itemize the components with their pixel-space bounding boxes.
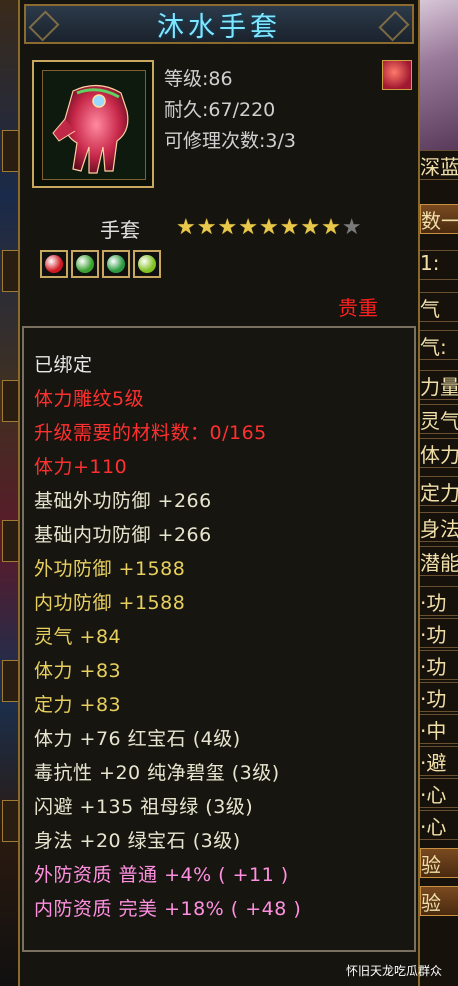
background-side-tab: 灵气 — [420, 404, 458, 434]
background-side-tab: ·心 — [420, 810, 458, 840]
item-title-bar: 沐水手套 — [24, 4, 414, 44]
item-type: 手套 — [100, 218, 140, 242]
background-side-tab: 气: — [420, 330, 458, 360]
emerald-socket-icon — [71, 250, 99, 278]
item-icon-frame — [32, 60, 154, 188]
attribute-list: 已绑定体力雕纹5级升级需要的材料数：0/165 体力+110 基础外功防御 +266… — [22, 326, 416, 952]
transform-badge-icon[interactable] — [382, 60, 412, 90]
watermark-text: 怀旧天龙吃瓜群众 — [346, 964, 443, 978]
item-repair-count: 可修理次数:3/3 — [164, 130, 296, 152]
background-side-tab: 气 — [420, 292, 458, 322]
item-level: 等级:86 — [164, 68, 233, 90]
attribute-line: 基础内功防御 +266 — [34, 524, 212, 546]
background-side-tab: ·功 — [420, 618, 458, 648]
star-filled-icon: ★ — [217, 215, 238, 240]
star-filled-icon: ★ — [258, 215, 279, 240]
gem-sockets — [40, 250, 161, 278]
star-filled-icon: ★ — [321, 215, 341, 240]
attribute-line: 毒抗性 +20 纯净碧玺 (3级) — [34, 762, 280, 784]
attribute-line: 灵气 +84 — [34, 626, 122, 648]
background-side-tab: 力量 — [420, 370, 458, 400]
background-side-tab: ·功 — [420, 650, 458, 680]
attribute-line: 外功防御 +1588 — [34, 558, 186, 580]
attribute-line: 身法 +20 绿宝石 (3级) — [34, 830, 241, 852]
background-side-tab: ·避 — [420, 746, 458, 776]
ruby-socket-icon — [40, 250, 68, 278]
character-portrait-art — [418, 0, 458, 150]
star-rating: ★ ★ ★ ★ ★ ★ ★ ★ ★ — [176, 216, 362, 240]
star-filled-icon: ★ — [196, 215, 217, 240]
star-filled-icon: ★ — [238, 215, 258, 240]
attribute-line: 闪避 +135 祖母绿 (3级) — [34, 796, 254, 818]
item-rarity: 贵重 — [338, 296, 378, 320]
item-stats: 等级:86 耐久:67/220 可修理次数:3/3 — [164, 64, 296, 157]
background-side-tab: 验 — [420, 848, 458, 878]
attribute-line: 内功防御 +1588 — [34, 592, 186, 614]
attribute-line: 已绑定 — [34, 354, 93, 376]
background-side-tab: 1: — [420, 250, 458, 280]
red-gauntlet-icon — [42, 70, 146, 180]
background-side-tab: 数一 — [420, 204, 458, 234]
background-side-tab: ·中 — [420, 714, 458, 744]
background-side-tab: 定力 — [420, 476, 458, 506]
star-filled-icon: ★ — [279, 215, 300, 240]
attribute-line: 体力 +76 红宝石 (4级) — [34, 728, 241, 750]
background-side-tab: ·功 — [420, 586, 458, 616]
background-side-tab: 身法 — [420, 512, 458, 542]
item-name: 沐水手套 — [157, 11, 281, 43]
star-empty-icon: ★ — [341, 215, 362, 240]
star-filled-icon: ★ — [176, 215, 196, 240]
attribute-line: 体力+110 — [34, 456, 128, 478]
background-side-tab: 验 — [420, 886, 458, 916]
attribute-line: 定力 +83 — [34, 694, 122, 716]
item-durability: 耐久:67/220 — [164, 99, 276, 121]
attribute-line: 内防资质 完美 +18% ( +48 ) — [34, 898, 302, 920]
attribute-line: 外防资质 普通 +4% ( +11 ) — [34, 864, 289, 886]
background-side-tab: ·功 — [420, 682, 458, 712]
attribute-line: 基础外功防御 +266 — [34, 490, 212, 512]
attribute-line: 体力雕纹5级 — [34, 388, 145, 410]
background-side-tab: 深蓝 — [420, 150, 458, 180]
background-side-tab: 体力 — [420, 438, 458, 468]
star-filled-icon: ★ — [300, 215, 321, 240]
background-side-tab: 潜能 — [420, 546, 458, 576]
jade-socket-icon — [133, 250, 161, 278]
attribute-line: 升级需要的材料数：0/165 — [34, 422, 267, 444]
attribute-line: 体力 +83 — [34, 660, 122, 682]
emerald-socket-icon — [102, 250, 130, 278]
background-side-tab: ·心 — [420, 778, 458, 808]
